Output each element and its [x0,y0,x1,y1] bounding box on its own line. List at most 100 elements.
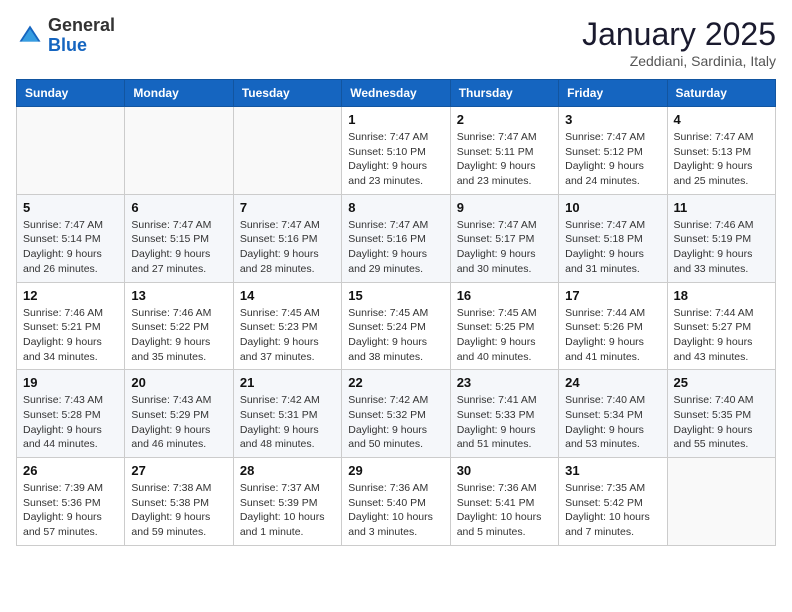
day-number: 7 [240,200,335,215]
calendar-cell: 17 Sunrise: 7:44 AM Sunset: 5:26 PM Dayli… [559,282,667,370]
calendar-cell: 28Sunrise: 7:37 AM Sunset: 5:39 PM Dayli… [233,458,341,546]
day-number: 4 [674,112,769,127]
calendar-cell: 3 Sunrise: 7:47 AM Sunset: 5:12 PM Daylig… [559,107,667,195]
day-info: Sunrise: 7:47 AM Sunset: 5:16 PM Dayligh… [240,218,335,277]
weekday-header: Tuesday [233,80,341,107]
calendar-cell: 14 Sunrise: 7:45 AM Sunset: 5:23 PM Dayli… [233,282,341,370]
calendar-cell: 8Sunrise: 7:47 AM Sunset: 5:16 PM Daylig… [342,194,450,282]
day-number: 30 [457,463,552,478]
day-info: Sunrise: 7:37 AM Sunset: 5:39 PM Dayligh… [240,481,335,540]
day-info: Sunrise: 7:42 AM Sunset: 5:31 PM Dayligh… [240,393,335,452]
weekday-header: Monday [125,80,233,107]
calendar-cell: 26Sunrise: 7:39 AM Sunset: 5:36 PM Dayli… [17,458,125,546]
day-number: 24 [565,375,660,390]
calendar-cell: 16Sunrise: 7:45 AM Sunset: 5:25 PM Dayli… [450,282,558,370]
calendar-cell [667,458,775,546]
calendar-cell [233,107,341,195]
day-info: Sunrise: 7:47 AM Sunset: 5:12 PM Dayligh… [565,130,660,189]
weekday-header-row: SundayMondayTuesdayWednesdayThursdayFrid… [17,80,776,107]
day-number: 13 [131,288,226,303]
weekday-header: Thursday [450,80,558,107]
calendar-cell [125,107,233,195]
day-number: 16 [457,288,552,303]
day-info: Sunrise: 7:43 AM Sunset: 5:28 PM Dayligh… [23,393,118,452]
calendar-cell: 6Sunrise: 7:47 AM Sunset: 5:15 PM Daylig… [125,194,233,282]
calendar-cell: 19 Sunrise: 7:43 AM Sunset: 5:28 PM Dayli… [17,370,125,458]
day-number: 29 [348,463,443,478]
day-number: 15 [348,288,443,303]
day-info: Sunrise: 7:44 AM Sunset: 5:27 PM Dayligh… [674,306,769,365]
calendar-cell: 10 Sunrise: 7:47 AM Sunset: 5:18 PM Dayli… [559,194,667,282]
day-info: Sunrise: 7:36 AM Sunset: 5:41 PM Dayligh… [457,481,552,540]
calendar-cell: 21 Sunrise: 7:42 AM Sunset: 5:31 PM Dayli… [233,370,341,458]
calendar-cell: 7 Sunrise: 7:47 AM Sunset: 5:16 PM Daylig… [233,194,341,282]
calendar-cell [17,107,125,195]
day-number: 20 [131,375,226,390]
day-info: Sunrise: 7:41 AM Sunset: 5:33 PM Dayligh… [457,393,552,452]
day-info: Sunrise: 7:43 AM Sunset: 5:29 PM Dayligh… [131,393,226,452]
day-number: 22 [348,375,443,390]
day-info: Sunrise: 7:47 AM Sunset: 5:10 PM Dayligh… [348,130,443,189]
calendar-cell: 20 Sunrise: 7:43 AM Sunset: 5:29 PM Dayli… [125,370,233,458]
weekday-header: Saturday [667,80,775,107]
day-number: 9 [457,200,552,215]
calendar-week-row: 1Sunrise: 7:47 AM Sunset: 5:10 PM Daylig… [17,107,776,195]
day-info: Sunrise: 7:46 AM Sunset: 5:21 PM Dayligh… [23,306,118,365]
logo-icon [16,22,44,50]
page-header: General Blue January 2025 Zeddiani, Sard… [16,16,776,69]
calendar-cell: 9 Sunrise: 7:47 AM Sunset: 5:17 PM Daylig… [450,194,558,282]
day-number: 3 [565,112,660,127]
calendar-cell: 29 Sunrise: 7:36 AM Sunset: 5:40 PM Dayli… [342,458,450,546]
calendar-week-row: 5 Sunrise: 7:47 AM Sunset: 5:14 PM Daylig… [17,194,776,282]
calendar-week-row: 26Sunrise: 7:39 AM Sunset: 5:36 PM Dayli… [17,458,776,546]
calendar-cell: 1Sunrise: 7:47 AM Sunset: 5:10 PM Daylig… [342,107,450,195]
calendar-cell: 4 Sunrise: 7:47 AM Sunset: 5:13 PM Daylig… [667,107,775,195]
day-number: 21 [240,375,335,390]
day-number: 6 [131,200,226,215]
calendar-cell: 24 Sunrise: 7:40 AM Sunset: 5:34 PM Dayli… [559,370,667,458]
day-info: Sunrise: 7:36 AM Sunset: 5:40 PM Dayligh… [348,481,443,540]
logo-text: General Blue [48,16,115,56]
day-number: 31 [565,463,660,478]
day-number: 25 [674,375,769,390]
day-info: Sunrise: 7:39 AM Sunset: 5:36 PM Dayligh… [23,481,118,540]
day-number: 2 [457,112,552,127]
day-number: 23 [457,375,552,390]
calendar-week-row: 12 Sunrise: 7:46 AM Sunset: 5:21 PM Dayli… [17,282,776,370]
day-info: Sunrise: 7:47 AM Sunset: 5:13 PM Dayligh… [674,130,769,189]
day-number: 10 [565,200,660,215]
calendar-cell: 13Sunrise: 7:46 AM Sunset: 5:22 PM Dayli… [125,282,233,370]
weekday-header: Friday [559,80,667,107]
title-block: January 2025 Zeddiani, Sardinia, Italy [582,16,776,69]
day-info: Sunrise: 7:45 AM Sunset: 5:24 PM Dayligh… [348,306,443,365]
day-number: 5 [23,200,118,215]
day-number: 18 [674,288,769,303]
day-number: 27 [131,463,226,478]
day-info: Sunrise: 7:35 AM Sunset: 5:42 PM Dayligh… [565,481,660,540]
calendar-cell: 2 Sunrise: 7:47 AM Sunset: 5:11 PM Daylig… [450,107,558,195]
day-info: Sunrise: 7:47 AM Sunset: 5:18 PM Dayligh… [565,218,660,277]
day-number: 12 [23,288,118,303]
day-info: Sunrise: 7:47 AM Sunset: 5:17 PM Dayligh… [457,218,552,277]
day-info: Sunrise: 7:42 AM Sunset: 5:32 PM Dayligh… [348,393,443,452]
day-info: Sunrise: 7:47 AM Sunset: 5:16 PM Dayligh… [348,218,443,277]
day-info: Sunrise: 7:47 AM Sunset: 5:11 PM Dayligh… [457,130,552,189]
calendar-week-row: 19 Sunrise: 7:43 AM Sunset: 5:28 PM Dayli… [17,370,776,458]
calendar-cell: 30 Sunrise: 7:36 AM Sunset: 5:41 PM Dayli… [450,458,558,546]
calendar-table: SundayMondayTuesdayWednesdayThursdayFrid… [16,79,776,546]
calendar-cell: 18 Sunrise: 7:44 AM Sunset: 5:27 PM Dayli… [667,282,775,370]
day-info: Sunrise: 7:45 AM Sunset: 5:23 PM Dayligh… [240,306,335,365]
calendar-cell: 11 Sunrise: 7:46 AM Sunset: 5:19 PM Dayli… [667,194,775,282]
day-info: Sunrise: 7:40 AM Sunset: 5:34 PM Dayligh… [565,393,660,452]
day-info: Sunrise: 7:47 AM Sunset: 5:14 PM Dayligh… [23,218,118,277]
day-number: 17 [565,288,660,303]
logo: General Blue [16,16,115,56]
day-info: Sunrise: 7:46 AM Sunset: 5:19 PM Dayligh… [674,218,769,277]
location: Zeddiani, Sardinia, Italy [582,53,776,69]
month-title: January 2025 [582,16,776,53]
day-number: 11 [674,200,769,215]
day-number: 14 [240,288,335,303]
logo-blue: Blue [48,35,87,55]
day-number: 19 [23,375,118,390]
day-info: Sunrise: 7:44 AM Sunset: 5:26 PM Dayligh… [565,306,660,365]
